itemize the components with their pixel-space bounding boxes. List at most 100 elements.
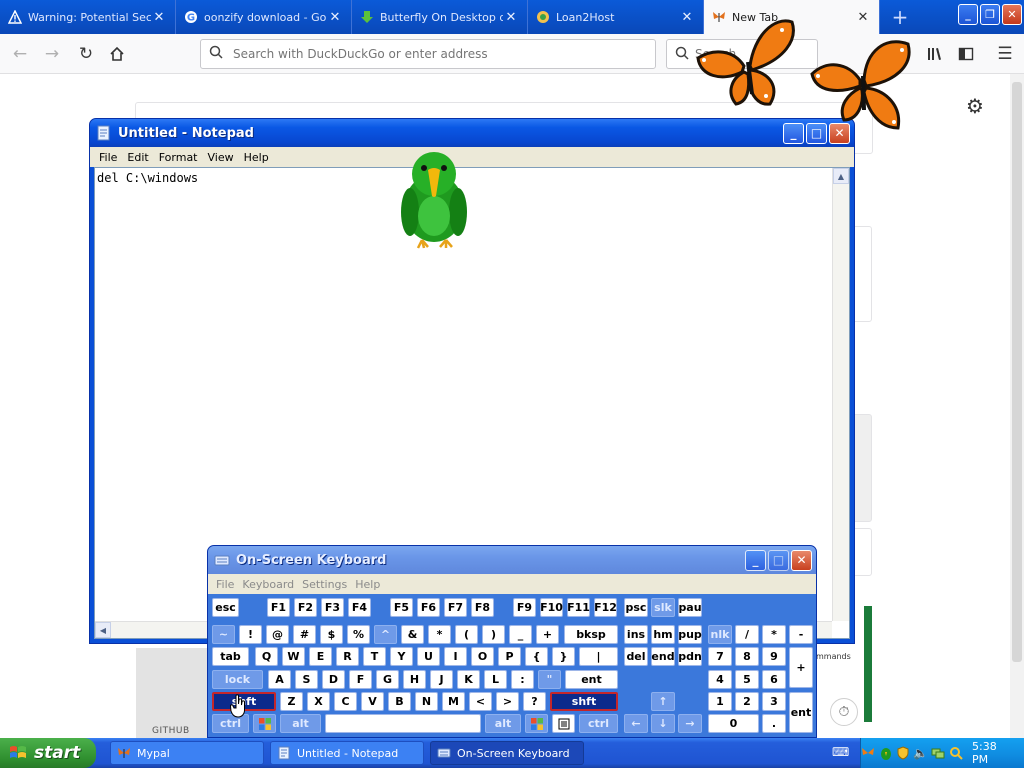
key-right-alt[interactable]: alt: [485, 714, 521, 733]
key-y[interactable]: Y: [390, 647, 413, 666]
key-caps-lock[interactable]: lock: [212, 670, 263, 689]
scroll-left-icon[interactable]: ◀: [95, 622, 111, 638]
key-f10[interactable]: F10: [540, 598, 563, 617]
key-page-up[interactable]: pup: [678, 625, 702, 644]
key-numpad-enter[interactable]: ent: [789, 692, 813, 733]
security-shield-icon[interactable]: [896, 745, 910, 761]
start-button[interactable]: start: [0, 738, 96, 768]
key-3[interactable]: #: [293, 625, 316, 644]
menu-keyboard[interactable]: Keyboard: [238, 578, 298, 591]
notepad-content[interactable]: del C:\windows: [97, 171, 198, 185]
key-numpad-2[interactable]: 2: [735, 692, 759, 711]
hamburger-menu-icon[interactable]: ☰: [993, 42, 1017, 66]
reload-icon[interactable]: ↻: [74, 42, 98, 66]
parrot-tray-icon[interactable]: [878, 745, 892, 761]
key-left-brace[interactable]: {: [525, 647, 548, 666]
volume-icon[interactable]: 🔈: [913, 745, 928, 761]
github-label[interactable]: GITHUB: [152, 726, 190, 736]
key-page-down[interactable]: pdn: [678, 647, 702, 666]
clock[interactable]: 5:38 PM: [972, 740, 1012, 766]
tab-loan2host[interactable]: Loan2Host ✕: [528, 0, 704, 34]
key-o[interactable]: O: [471, 647, 494, 666]
key-0[interactable]: ): [482, 625, 505, 644]
key-a[interactable]: A: [268, 670, 291, 689]
key-question[interactable]: ?: [523, 692, 546, 711]
key-backspace[interactable]: bksp: [564, 625, 618, 644]
key-d[interactable]: D: [322, 670, 345, 689]
key-f4[interactable]: F4: [348, 598, 371, 617]
key-z[interactable]: Z: [280, 692, 303, 711]
key-f7[interactable]: F7: [444, 598, 467, 617]
key-9[interactable]: (: [455, 625, 478, 644]
vertical-scrollbar[interactable]: ▲: [832, 168, 849, 621]
key-arrow-left[interactable]: ←: [624, 714, 648, 733]
menu-edit[interactable]: Edit: [122, 151, 153, 164]
key-f5[interactable]: F5: [390, 598, 413, 617]
key-right-shift[interactable]: shft: [550, 692, 618, 711]
close-button[interactable]: ✕: [791, 549, 812, 571]
key-f3[interactable]: F3: [321, 598, 344, 617]
menu-view[interactable]: View: [203, 151, 239, 164]
close-icon[interactable]: ✕: [503, 10, 519, 25]
key-plus[interactable]: +: [536, 625, 559, 644]
taskbar-item-notepad[interactable]: Untitled - Notepad: [270, 741, 424, 765]
key-2[interactable]: @: [266, 625, 289, 644]
tab-warning[interactable]: Warning: Potential Sec ✕: [0, 0, 176, 34]
key-num-lock[interactable]: nlk: [708, 625, 732, 644]
key-e[interactable]: E: [309, 647, 332, 666]
key-end[interactable]: end: [651, 647, 675, 666]
key-greater-than[interactable]: >: [496, 692, 519, 711]
windows-key[interactable]: [525, 714, 548, 733]
key-quote[interactable]: ": [538, 670, 561, 689]
key-f6[interactable]: F6: [417, 598, 440, 617]
scroll-up-icon[interactable]: ▲: [833, 168, 849, 184]
key-insert[interactable]: ins: [624, 625, 648, 644]
library-icon[interactable]: [922, 42, 946, 66]
keyboard-tray-icon[interactable]: ⌨: [832, 745, 849, 759]
key-j[interactable]: J: [430, 670, 453, 689]
key-f2[interactable]: F2: [294, 598, 317, 617]
key-u[interactable]: U: [417, 647, 440, 666]
close-icon[interactable]: ✕: [327, 10, 343, 25]
key-less-than[interactable]: <: [469, 692, 492, 711]
key-numpad-0[interactable]: 0: [708, 714, 759, 733]
key-numpad-7[interactable]: 7: [708, 647, 732, 666]
network-icon[interactable]: [931, 745, 945, 761]
key-numpad-4[interactable]: 4: [708, 670, 732, 689]
key-q[interactable]: Q: [255, 647, 278, 666]
menu-file[interactable]: File: [212, 578, 238, 591]
key-home[interactable]: hm: [651, 625, 675, 644]
scrollbar-thumb[interactable]: [1012, 82, 1022, 662]
notepad-titlebar[interactable]: Untitled - Notepad _ □ ✕: [90, 119, 854, 147]
key-numpad-6[interactable]: 6: [762, 670, 786, 689]
osk-titlebar[interactable]: On-Screen Keyboard _ □ ✕: [208, 546, 816, 574]
key-b[interactable]: B: [388, 692, 411, 711]
key-g[interactable]: G: [376, 670, 399, 689]
url-input[interactable]: [227, 47, 627, 61]
key-c[interactable]: C: [334, 692, 357, 711]
key-n[interactable]: N: [415, 692, 438, 711]
history-clock-icon[interactable]: ⏱: [830, 698, 858, 726]
menu-help[interactable]: Help: [351, 578, 384, 591]
key-l[interactable]: L: [484, 670, 507, 689]
key-7[interactable]: &: [401, 625, 424, 644]
key-pipe[interactable]: |: [579, 647, 618, 666]
key-delete[interactable]: del: [624, 647, 648, 666]
butterfly-tray-icon[interactable]: [861, 745, 875, 761]
key-numpad-8[interactable]: 8: [735, 647, 759, 666]
key-v[interactable]: V: [361, 692, 384, 711]
key-1[interactable]: !: [239, 625, 262, 644]
key-right-ctrl[interactable]: ctrl: [579, 714, 618, 733]
key-tab[interactable]: tab: [212, 647, 249, 666]
key-i[interactable]: I: [444, 647, 467, 666]
restore-button[interactable]: ❐: [980, 4, 1000, 25]
key-8[interactable]: *: [428, 625, 451, 644]
key-w[interactable]: W: [282, 647, 305, 666]
key-f1[interactable]: F1: [267, 598, 290, 617]
minimize-button[interactable]: _: [783, 122, 804, 144]
key-psc[interactable]: psc: [624, 598, 648, 617]
key-numpad-add[interactable]: +: [789, 647, 813, 688]
key-p[interactable]: P: [498, 647, 521, 666]
menu-file[interactable]: File: [94, 151, 122, 164]
menu-help[interactable]: Help: [239, 151, 274, 164]
